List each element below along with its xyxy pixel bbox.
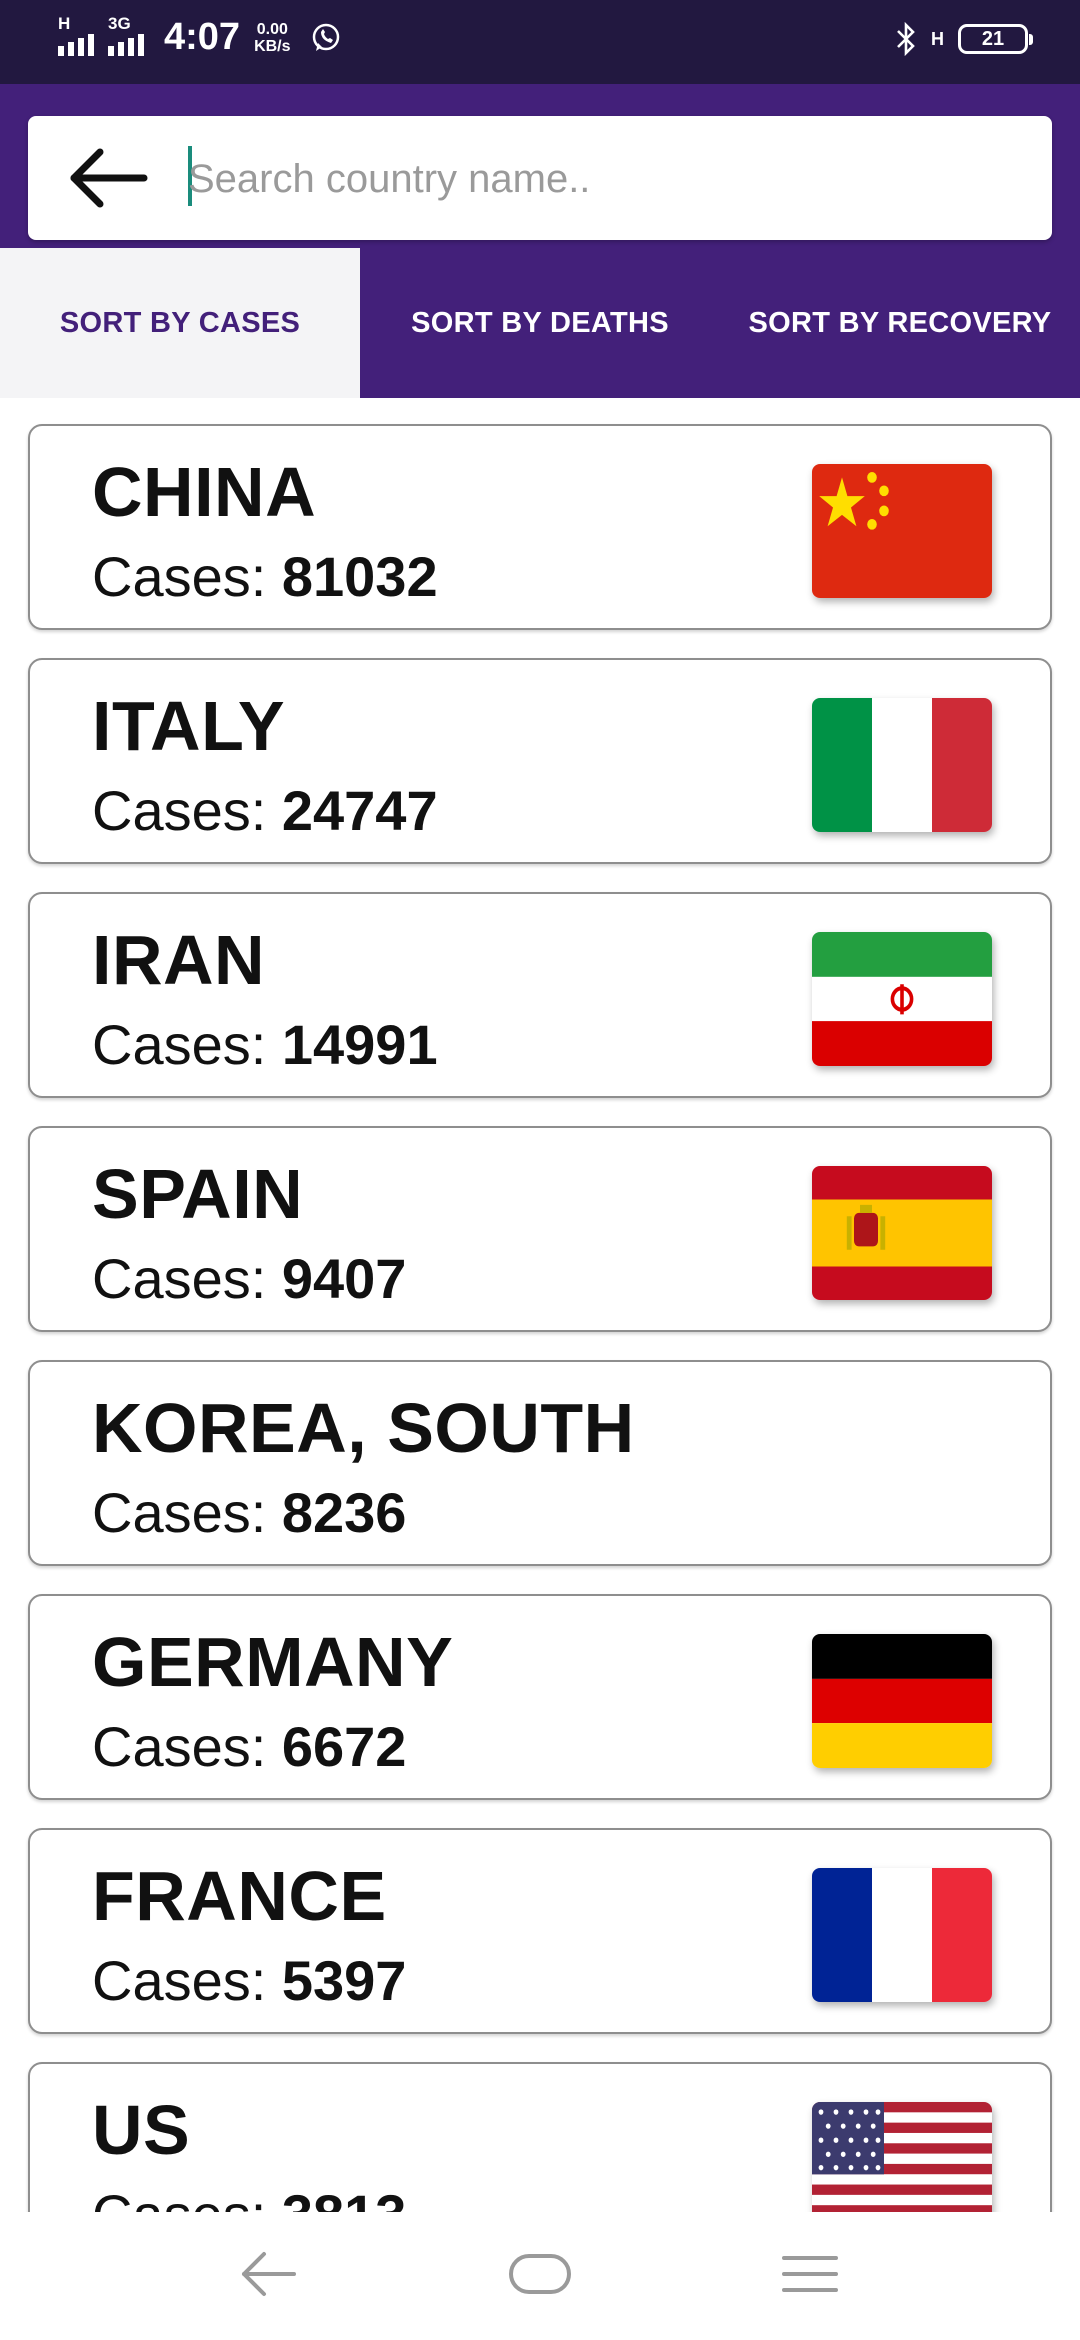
cases-value: 3813 <box>282 2183 407 2212</box>
sim1-signal-icon: H <box>58 14 94 56</box>
sim2-signal-icon: 3G <box>108 14 144 56</box>
country-name: KOREA, SOUTH <box>92 1389 635 1467</box>
country-card-china[interactable]: CHINA Cases: 81032 <box>28 424 1052 630</box>
case-count: Cases: 3813 <box>92 2182 406 2212</box>
cases-label: Cases: <box>92 1247 282 1310</box>
tab-sort-by-deaths[interactable]: SORT BY DEATHS <box>360 248 720 398</box>
case-count: Cases: 81032 <box>92 544 438 609</box>
home-nav-icon[interactable] <box>508 2248 572 2300</box>
country-card-korea-south[interactable]: KOREA, SOUTH Cases: 8236 <box>28 1360 1052 1566</box>
cases-value: 5397 <box>281 1949 407 2012</box>
sort-tabs: SORT BY CASES SORT BY DEATHS SORT BY REC… <box>0 248 1080 398</box>
sim1-network-label: H <box>58 13 71 33</box>
tab-sort-by-cases[interactable]: SORT BY CASES <box>0 248 360 398</box>
country-card-us[interactable]: US Cases: 3813 <box>28 2062 1052 2212</box>
cases-label: Cases: <box>92 779 282 842</box>
cases-label: Cases: <box>92 2183 282 2212</box>
back-nav-icon[interactable] <box>240 2248 300 2300</box>
cases-value: 6672 <box>281 1715 407 1778</box>
us-flag-icon <box>812 2102 992 2212</box>
system-nav-bar <box>0 2212 1080 2340</box>
app-header <box>0 84 1080 248</box>
network-speed-unit: KB/s <box>254 37 291 55</box>
status-bar: H 3G 4:07 0.00 KB/s H 21 <box>0 0 1080 84</box>
network-type-label: H <box>931 29 944 49</box>
country-name: SPAIN <box>92 1155 304 1233</box>
case-count: Cases: 14991 <box>92 1012 438 1077</box>
country-name: GERMANY <box>92 1623 454 1701</box>
country-card-iran[interactable]: IRAN Cases: 14991 <box>28 892 1052 1098</box>
battery-icon: 21 <box>958 24 1033 54</box>
tab-sort-by-recovery[interactable]: SORT BY RECOVERY <box>720 248 1080 398</box>
case-count: Cases: 24747 <box>92 778 438 843</box>
cases-label: Cases: <box>92 1013 282 1076</box>
cases-value: 81032 <box>281 545 438 608</box>
germany-flag-icon <box>812 1634 992 1768</box>
whatsapp-icon <box>312 23 339 51</box>
cases-value: 24747 <box>281 779 438 842</box>
country-card-spain[interactable]: SPAIN Cases: 9407 <box>28 1126 1052 1332</box>
bluetooth-icon <box>897 22 915 56</box>
cases-value: 14991 <box>281 1013 438 1076</box>
case-count: Cases: 9407 <box>92 1246 406 1311</box>
cases-label: Cases: <box>92 1949 282 2012</box>
cases-label: Cases: <box>92 1481 282 1544</box>
network-speed: 0.00 KB/s <box>254 21 290 55</box>
case-count: Cases: 8236 <box>92 1480 406 1545</box>
italy-flag-icon <box>812 698 992 832</box>
cases-value: 8236 <box>281 1481 407 1544</box>
country-card-italy[interactable]: ITALY Cases: 24747 <box>28 658 1052 864</box>
battery-level: 21 <box>981 27 1005 50</box>
sim2-network-label: 3G <box>108 13 131 33</box>
spain-flag-icon <box>812 1166 992 1300</box>
cases-label: Cases: <box>92 1715 282 1778</box>
country-list[interactable]: CHINA Cases: 81032 ITALY Cases: 24747 IR… <box>0 398 1080 2212</box>
menu-nav-icon[interactable] <box>780 2248 840 2300</box>
search-bar <box>28 116 1052 240</box>
back-arrow-icon[interactable] <box>68 144 152 212</box>
country-name: ITALY <box>92 687 286 765</box>
country-card-germany[interactable]: GERMANY Cases: 6672 <box>28 1594 1052 1800</box>
network-speed-value: 0.00 <box>256 20 288 38</box>
status-bar-left: H 3G 4:07 0.00 KB/s <box>58 14 343 59</box>
country-name: US <box>92 2091 191 2169</box>
iran-flag-icon <box>812 932 992 1066</box>
china-flag-icon <box>812 464 992 598</box>
cases-label: Cases: <box>92 545 282 608</box>
search-input[interactable] <box>186 138 1010 220</box>
status-time: 4:07 <box>164 16 241 58</box>
status-bar-right: H 21 <box>895 22 1033 56</box>
france-flag-icon <box>812 1868 992 2002</box>
country-name: FRANCE <box>92 1857 387 1935</box>
country-name: IRAN <box>92 921 266 999</box>
country-card-france[interactable]: FRANCE Cases: 5397 <box>28 1828 1052 2034</box>
case-count: Cases: 6672 <box>92 1714 406 1779</box>
country-name: CHINA <box>92 453 317 531</box>
case-count: Cases: 5397 <box>92 1948 406 2013</box>
cases-value: 9407 <box>281 1247 407 1310</box>
